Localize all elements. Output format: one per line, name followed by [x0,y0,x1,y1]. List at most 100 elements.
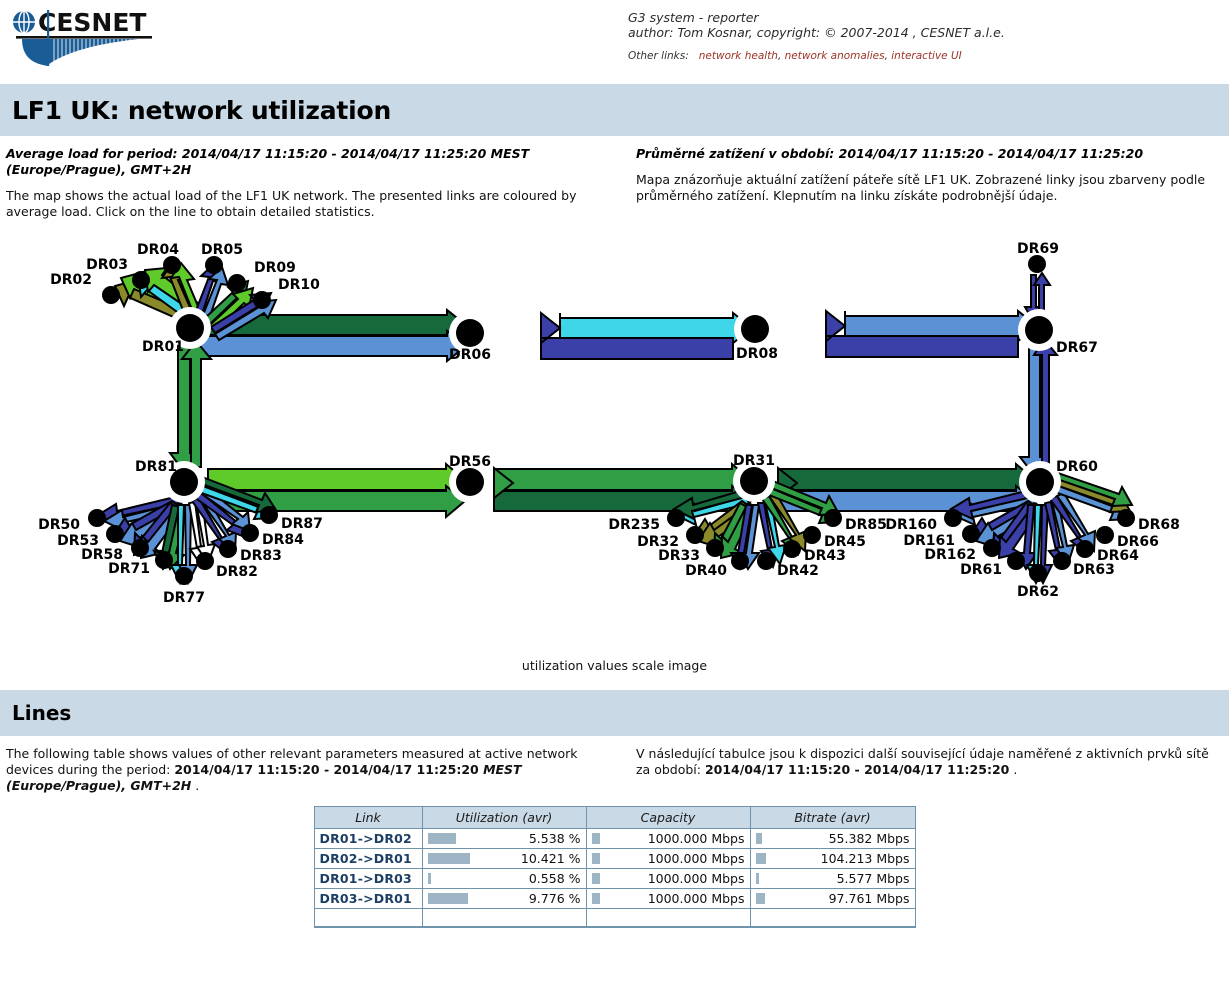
map-node-dr85[interactable]: DR85 [824,509,887,533]
link-dr01-dr81[interactable] [168,339,214,474]
node-dot[interactable] [1029,564,1047,582]
node-dot[interactable] [163,256,181,274]
node-dot[interactable] [1028,255,1046,273]
page-title-bar: LF1 UK: network utilization [0,84,1229,136]
col-header-utilization[interactable]: Utilization (avr) [422,807,587,829]
node-dot[interactable] [983,539,1001,557]
map-node-dr77[interactable]: DR77 [163,567,205,606]
node-dot[interactable] [196,552,214,570]
node-dot[interactable] [228,274,246,292]
cell-link[interactable]: DR03->DR01 [314,889,423,909]
node-dot[interactable] [1007,552,1025,570]
map-node-dr56[interactable]: DR56 [449,454,491,503]
map-node-dr235[interactable]: DR235 [608,509,685,533]
map-node-dr06[interactable]: DR06 [449,312,491,363]
cesnet-logo[interactable]: CESNET [8,6,158,68]
node-dot[interactable] [1026,468,1054,496]
node-dot[interactable] [456,319,484,347]
cell-bitrate: 55.382 Mbps [750,829,915,849]
node-dot[interactable] [706,539,724,557]
system-name: G3 system - reporter [628,10,759,25]
network-map-svg[interactable]: DR02DR03 DR04 DR05 DR09DR10 DR01 DR06 DR08 DR69… [0,220,1229,690]
node-dot[interactable] [205,256,223,274]
lines-section-title: Lines [12,701,72,725]
node-dot[interactable] [456,468,484,496]
table-row[interactable]: DR01->DR03 0.558 % 1000.000 Mbps 5.577 Mbps [314,869,915,889]
link-network-health[interactable]: network health [699,50,778,62]
col-header-bitrate[interactable]: Bitrate (avr) [750,807,915,829]
cell-utilization: 10.421 % [422,849,587,869]
cell-link[interactable]: DR01->DR02 [314,829,423,849]
description-body-cs: Mapa znázorňuje aktuální zatížení páteře… [636,172,1206,203]
table-header-row: Link Utilization (avr) Capacity Bitrate … [314,807,915,829]
node-label: DR235 [608,517,660,533]
map-node-dr08[interactable]: DR08 [734,308,778,362]
link-dr08-dr67[interactable] [825,308,1039,358]
cell-link[interactable]: DR01->DR03 [314,869,423,889]
cell-link[interactable] [314,909,423,927]
node-label: DR50 [38,517,80,533]
node-dot[interactable] [741,315,769,343]
cell-utilization: 0.558 % [422,869,587,889]
table-row[interactable]: DR01->DR02 5.538 % 1000.000 Mbps 55.382 Mbp… [314,829,915,849]
node-dot[interactable] [131,539,149,557]
node-dot[interactable] [1117,509,1135,527]
map-node-dr50[interactable]: DR50 [38,509,106,533]
col-header-capacity[interactable]: Capacity [586,807,751,829]
node-dot[interactable] [260,506,278,524]
node-label: DR61 [960,562,1002,578]
col-header-link[interactable]: Link [314,807,423,829]
value-bar [427,873,431,884]
node-dot[interactable] [175,567,193,585]
link-dr67-dr60[interactable] [1017,337,1060,477]
node-dot[interactable] [219,540,237,558]
lines-table[interactable]: Link Utilization (avr) Capacity Bitrate … [313,806,916,928]
node-dot[interactable] [731,552,749,570]
node-label: DR10 [278,277,320,293]
node-dot[interactable] [783,540,801,558]
node-dot[interactable] [253,291,271,309]
node-dot[interactable] [132,271,150,289]
map-node-dr02[interactable]: DR02 [50,272,120,304]
cell-utilization [422,909,587,927]
node-dot[interactable] [803,526,821,544]
node-dot[interactable] [88,509,106,527]
node-dot[interactable] [102,286,120,304]
node-dot[interactable] [667,509,685,527]
node-dot[interactable] [106,525,124,543]
node-dot[interactable] [824,509,842,527]
table-row[interactable]: DR03->DR01 9.776 % 1000.000 Mbps 97.761 Mbp… [314,889,915,909]
cesnet-logo-svg: CESNET [13,8,152,66]
map-node-dr67[interactable]: DR67 [1018,309,1098,356]
link-dr06-dr08[interactable] [540,310,754,360]
map-node-dr31[interactable]: DR31 [733,453,775,502]
link-network-anomalies[interactable]: network anomalies [785,50,885,62]
cell-link[interactable]: DR02->DR01 [314,849,423,869]
node-dot[interactable] [962,525,980,543]
map-node-dr68[interactable]: DR68 [1117,509,1180,533]
map-node-dr69[interactable]: DR69 [1017,241,1059,273]
node-dot[interactable] [241,524,259,542]
map-node-dr81[interactable]: DR81 [135,459,205,503]
table-row[interactable]: DR02->DR01 10.421 % 1000.000 Mbps 104.213 M… [314,849,915,869]
map-node-dr160[interactable]: DR160 [885,509,962,533]
network-map[interactable]: DR02 DR03 DR04 DR05 DR09 DR10 DR01 DR06 DR08 DR69… [0,220,1229,690]
value-text: 1000.000 Mbps [647,891,745,906]
node-dot[interactable] [155,551,173,569]
node-dot[interactable] [176,314,204,342]
node-dot[interactable] [1025,316,1053,344]
map-node-dr10[interactable]: DR10 [253,277,320,309]
node-dot[interactable] [686,526,704,544]
node-dot[interactable] [1053,552,1071,570]
node-dot[interactable] [1076,540,1094,558]
table-row[interactable] [314,909,915,927]
node-dot[interactable] [944,509,962,527]
other-links-label: Other links: [628,50,689,62]
node-dot[interactable] [740,467,768,495]
cell-capacity: 1000.000 Mbps [586,889,751,909]
link-interactive-ui[interactable]: interactive UI [891,50,962,62]
node-dot[interactable] [757,552,775,570]
map-node-dr62[interactable]: DR62 [1017,564,1059,600]
node-dot[interactable] [1096,526,1114,544]
value-bar [591,873,600,884]
